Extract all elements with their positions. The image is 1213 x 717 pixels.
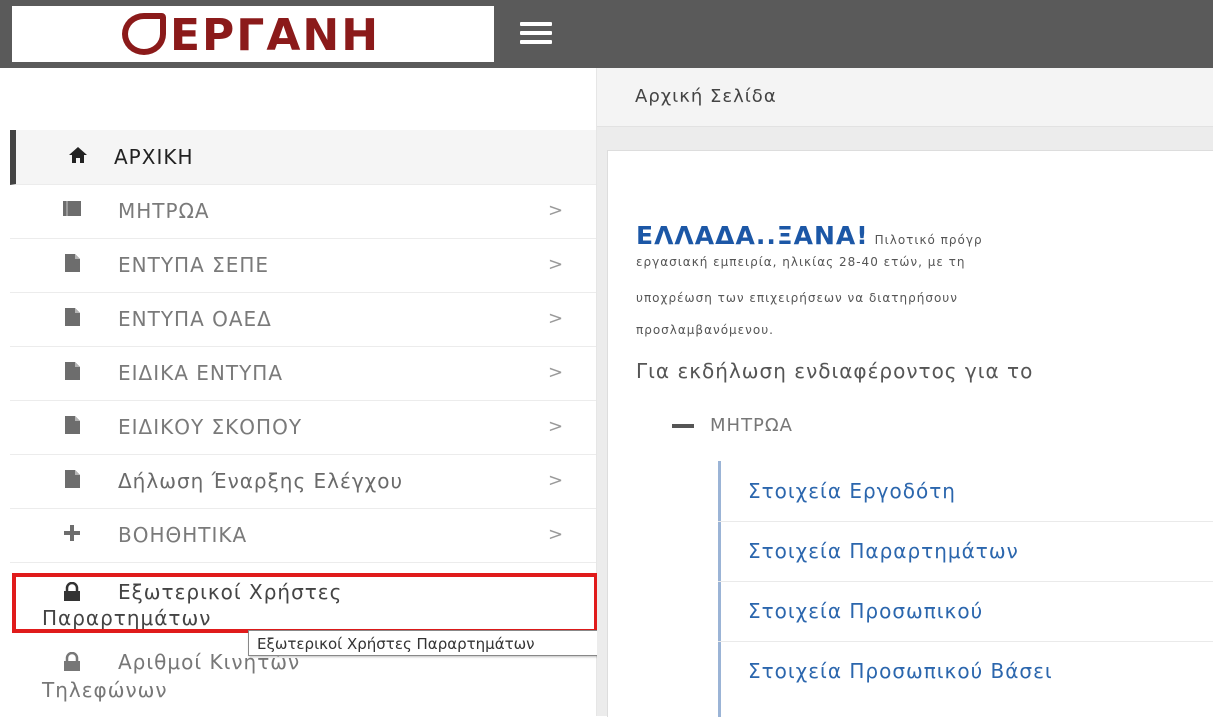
highlight-box bbox=[12, 573, 598, 633]
breadcrumb[interactable]: Αρχική Σελίδα bbox=[635, 86, 777, 107]
paragraph-line: προσλαμβανόμενου. bbox=[636, 323, 774, 337]
file-icon bbox=[62, 415, 82, 435]
sidebar-item-home[interactable]: ΑΡΧΙΚΗ bbox=[10, 130, 596, 185]
collapse-icon bbox=[672, 423, 694, 428]
tree-root-label: ΜΗΤΡΩΑ bbox=[710, 415, 793, 436]
sidebar-item-inspection-start[interactable]: Δήλωση Έναρξης Ελέγχου > bbox=[10, 454, 596, 509]
chevron-right-icon: > bbox=[548, 362, 564, 383]
plus-icon bbox=[62, 523, 82, 543]
interest-text: Για εκδήλωση ενδιαφέροντος για το bbox=[636, 359, 1034, 383]
tree-link-staff-details-by[interactable]: Στοιχεία Προσωπικού Βάσει bbox=[748, 659, 1053, 683]
logo-mark-icon bbox=[122, 13, 166, 55]
sidebar-item-special-forms[interactable]: ΕΙΔΙΚΑ ΕΝΤΥΠΑ > bbox=[10, 346, 596, 401]
tree-divider bbox=[718, 521, 1213, 522]
sidebar-item-registries[interactable]: ΜΗΤΡΩΑ > bbox=[10, 184, 596, 239]
tree-link-staff-details[interactable]: Στοιχεία Προσωπικού bbox=[748, 599, 983, 623]
sidebar-item-label: ΕΝΤΥΠΑ ΟΑΕΔ bbox=[118, 307, 272, 331]
file-icon bbox=[62, 307, 82, 327]
chevron-right-icon: > bbox=[548, 416, 564, 437]
content-card: ΕΛΛΑΔΑ..ΞΑΝΑ! Πιλοτικό πρόγρ εργασιακή εμ… bbox=[607, 150, 1213, 717]
chevron-right-icon: > bbox=[548, 524, 564, 545]
mobile-numbers-label-line2: Τηλεφώνων bbox=[42, 678, 168, 702]
chevron-right-icon: > bbox=[548, 470, 564, 491]
chevron-right-icon: > bbox=[548, 200, 564, 221]
logo-text: ΕΡΓΑΝΗ bbox=[170, 10, 381, 61]
top-navbar: ΕΡΓΑΝΗ bbox=[0, 0, 1213, 68]
sidebar-item-label: ΑΡΧΙΚΗ bbox=[114, 145, 194, 169]
tree-link-branch-details[interactable]: Στοιχεία Παραρτημάτων bbox=[748, 539, 1019, 563]
lock-icon bbox=[62, 651, 82, 672]
chevron-right-icon: > bbox=[548, 254, 564, 275]
home-icon bbox=[68, 145, 88, 165]
paragraph-line: υποχρέωση των επιχειρήσεων να διατηρήσου… bbox=[636, 291, 958, 305]
menu-icon[interactable] bbox=[520, 22, 552, 46]
headline-tail: Πιλοτικό πρόγρ bbox=[874, 233, 983, 247]
sidebar-item-oaed-forms[interactable]: ΕΝΤΥΠΑ ΟΑΕΔ > bbox=[10, 292, 596, 347]
logo-container[interactable]: ΕΡΓΑΝΗ bbox=[12, 6, 494, 62]
sidebar-item-sepe-forms[interactable]: ΕΝΤΥΠΑ ΣΕΠΕ > bbox=[10, 238, 596, 293]
announcement-headline: ΕΛΛΑΔΑ..ΞΑΝΑ! Πιλοτικό πρόγρ bbox=[636, 221, 983, 250]
sidebar-item-label: ΕΙΔΙΚΑ ΕΝΤΥΠΑ bbox=[118, 361, 284, 385]
sidebar-item-label: ΒΟΗΘΗΤΙΚΑ bbox=[118, 523, 248, 547]
sidebar-header bbox=[0, 68, 596, 124]
paragraph-line: εργασιακή εμπειρία, ηλικίας 28-40 ετών, … bbox=[636, 255, 966, 269]
sidebar-item-auxiliary[interactable]: ΒΟΗΘΗΤΙΚΑ > bbox=[10, 508, 596, 563]
tree-link-employer-details[interactable]: Στοιχεία Εργοδότη bbox=[748, 479, 956, 503]
breadcrumb-bar: Αρχική Σελίδα bbox=[597, 68, 1213, 127]
tree-divider bbox=[718, 581, 1213, 582]
book-icon bbox=[62, 199, 82, 219]
file-icon bbox=[62, 253, 82, 273]
sidebar-item-label: Δήλωση Έναρξης Ελέγχου bbox=[118, 469, 404, 493]
ergani-logo: ΕΡΓΑΝΗ bbox=[122, 10, 380, 61]
sidebar-item-label: ΜΗΤΡΩΑ bbox=[118, 199, 210, 223]
file-icon bbox=[62, 469, 82, 489]
tree-branch-line bbox=[718, 461, 721, 717]
tree-divider bbox=[718, 641, 1213, 642]
file-icon bbox=[62, 361, 82, 381]
sidebar-item-special-purpose[interactable]: ΕΙΔΙΚΟΥ ΣΚΟΠΟΥ > bbox=[10, 400, 596, 455]
chevron-right-icon: > bbox=[548, 308, 564, 329]
sidebar-item-label: ΕΝΤΥΠΑ ΣΕΠΕ bbox=[118, 253, 270, 277]
sidebar-item-label: ΕΙΔΙΚΟΥ ΣΚΟΠΟΥ bbox=[118, 415, 303, 439]
tree-root-registries[interactable]: ΜΗΤΡΩΑ bbox=[672, 415, 793, 436]
headline-title: ΕΛΛΑΔΑ..ΞΑΝΑ! bbox=[636, 221, 869, 250]
